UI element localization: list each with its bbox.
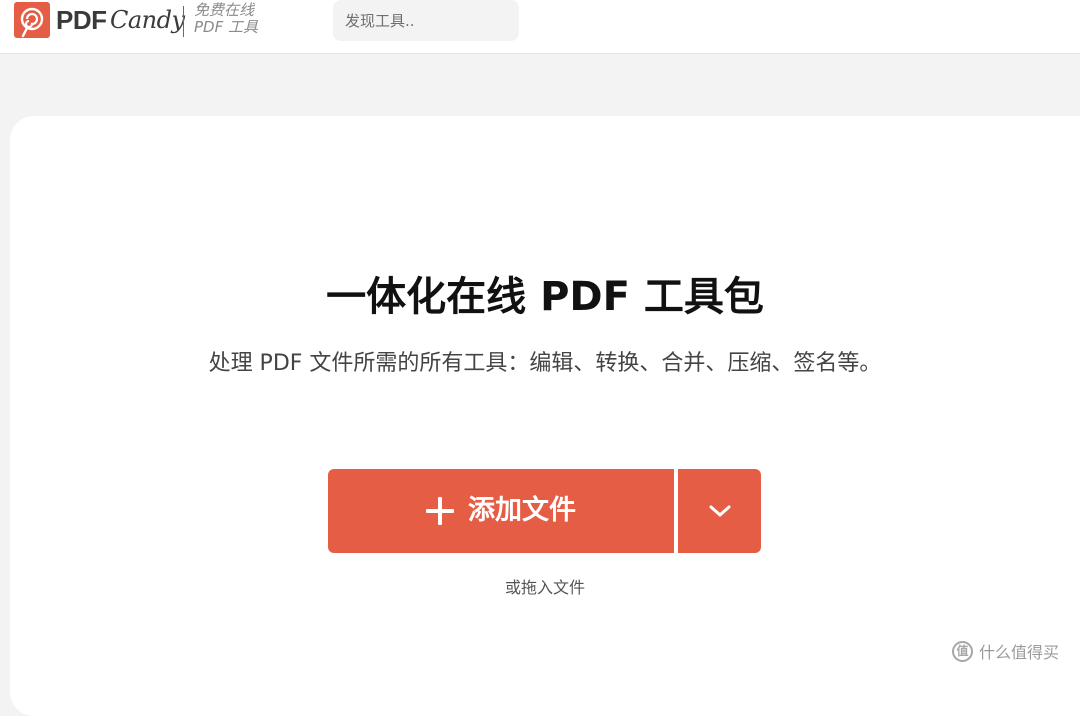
logo-tagline: 免费在线 PDF 工具 [194,2,274,36]
lollipop-spiral-icon [20,7,44,38]
plus-icon [426,497,454,525]
chevron-down-icon [709,505,731,517]
watermark-badge-icon: 值 [952,640,973,662]
search-input[interactable] [333,0,519,41]
add-file-label: 添加文件 [468,495,576,526]
pdfcandy-logo-icon[interactable] [14,2,50,38]
page-subtitle: 处理 PDF 文件所需的所有工具：编辑、转换、合并、压缩、签名等。 [208,351,882,376]
logo-tagline-line2: PDF 工具 [194,18,258,36]
page-title: 一体化在线 PDF 工具包 [326,274,764,320]
main-card [10,116,1080,716]
drop-files-hint: 或拖入文件 [504,578,585,597]
upload-source-dropdown-button[interactable] [678,469,761,553]
logo-wordmark-candy[interactable]: Candy [110,4,185,36]
site-watermark: 值 什么值得买 [952,640,1059,662]
top-header: PDF Candy 免费在线 PDF 工具 [0,0,1080,54]
logo-tagline-line1: 免费在线 [194,1,255,19]
watermark-text: 什么值得买 [979,643,1060,662]
add-file-button[interactable]: 添加文件 [328,469,674,553]
logo-divider [183,6,184,37]
logo-wordmark-pdf[interactable]: PDF [56,4,107,36]
